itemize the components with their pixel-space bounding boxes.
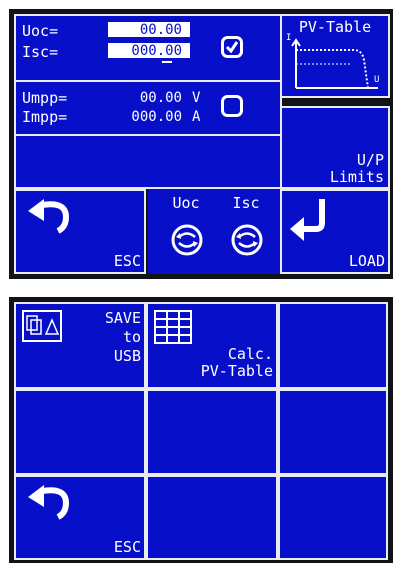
load-button[interactable]: LOAD bbox=[280, 189, 390, 274]
up-limits-button[interactable]: U/P Limits bbox=[280, 106, 390, 189]
impp-label: Impp= bbox=[22, 108, 68, 126]
back-arrow-icon bbox=[28, 199, 70, 234]
checkbox-checked-icon[interactable] bbox=[221, 36, 243, 58]
bottom-esc-button[interactable]: ESC bbox=[14, 475, 146, 560]
knob-isc-label: Isc bbox=[232, 194, 260, 212]
checkbox-unchecked-icon[interactable] bbox=[221, 95, 243, 117]
save-usb-line3: USB bbox=[113, 347, 141, 365]
top-screen: Uoc= 00.00 V Isc= 000.00 A PV-Table I U … bbox=[9, 9, 393, 279]
pv-graph-u-label: U bbox=[374, 75, 380, 85]
up-limits-line2: Limits bbox=[329, 168, 384, 186]
calc-line2: PV-Table bbox=[200, 362, 273, 380]
empty-tile-r2c1 bbox=[14, 389, 146, 475]
empty-tile-r2c3 bbox=[278, 389, 388, 475]
up-limits-line1: U/P bbox=[356, 151, 384, 169]
usb-save-icon bbox=[22, 310, 62, 342]
empty-tile-r1c3 bbox=[278, 302, 388, 389]
pv-graph-i-label: I bbox=[286, 33, 292, 43]
pv-table-label: PV-Table bbox=[298, 18, 372, 36]
uoc-label: Uoc= bbox=[22, 22, 59, 40]
bottom-esc-label: ESC bbox=[113, 538, 141, 556]
knob-left-icon[interactable] bbox=[170, 223, 204, 257]
empty-tile-r2c2 bbox=[146, 389, 278, 475]
esc-button[interactable]: ESC bbox=[14, 189, 146, 274]
impp-unit: A bbox=[192, 109, 201, 125]
isc-label: Isc= bbox=[22, 43, 59, 61]
enter-arrow-icon bbox=[290, 199, 325, 241]
back-arrow-icon bbox=[28, 485, 70, 520]
umpp-label: Umpp= bbox=[22, 89, 68, 107]
table-grid-icon bbox=[154, 310, 192, 344]
umpp-unit: V bbox=[192, 90, 201, 106]
umpp-value: 00.00 bbox=[139, 90, 182, 106]
knob-right-icon[interactable] bbox=[230, 223, 264, 257]
bottom-screen: SAVE to USB Calc. PV-Table ESC bbox=[9, 297, 393, 563]
uoc-unit: V bbox=[192, 22, 201, 38]
uoc-isc-tile[interactable]: Uoc= 00.00 V Isc= 000.00 A bbox=[14, 14, 282, 82]
impp-value: 000.00 bbox=[131, 109, 182, 125]
save-to-usb-button[interactable]: SAVE to USB bbox=[14, 302, 146, 389]
load-label: LOAD bbox=[348, 252, 385, 270]
umpp-impp-tile[interactable]: Umpp= 00.00 V Impp= 000.00 A bbox=[14, 80, 282, 136]
pv-table-button[interactable]: PV-Table I U bbox=[280, 14, 390, 98]
save-usb-line2: to bbox=[122, 328, 141, 346]
esc-label: ESC bbox=[113, 252, 141, 270]
isc-unit: A bbox=[192, 43, 201, 59]
calc-pv-table-button[interactable]: Calc. PV-Table bbox=[146, 302, 278, 389]
pv-curve-icon bbox=[291, 38, 378, 89]
isc-cursor bbox=[162, 61, 172, 63]
empty-tile-r3c2 bbox=[146, 475, 278, 560]
knob-assignment-tile: Uoc Isc bbox=[148, 189, 280, 274]
knob-uoc-label: Uoc bbox=[172, 194, 200, 212]
uoc-input[interactable]: 00.00 bbox=[108, 22, 190, 38]
uoc-cursor bbox=[162, 40, 172, 42]
calc-line1: Calc. bbox=[227, 345, 273, 363]
empty-tile-r3c3 bbox=[278, 475, 388, 560]
save-usb-line1: SAVE bbox=[104, 309, 141, 327]
status-area bbox=[14, 134, 282, 189]
isc-input[interactable]: 000.00 bbox=[108, 43, 190, 59]
